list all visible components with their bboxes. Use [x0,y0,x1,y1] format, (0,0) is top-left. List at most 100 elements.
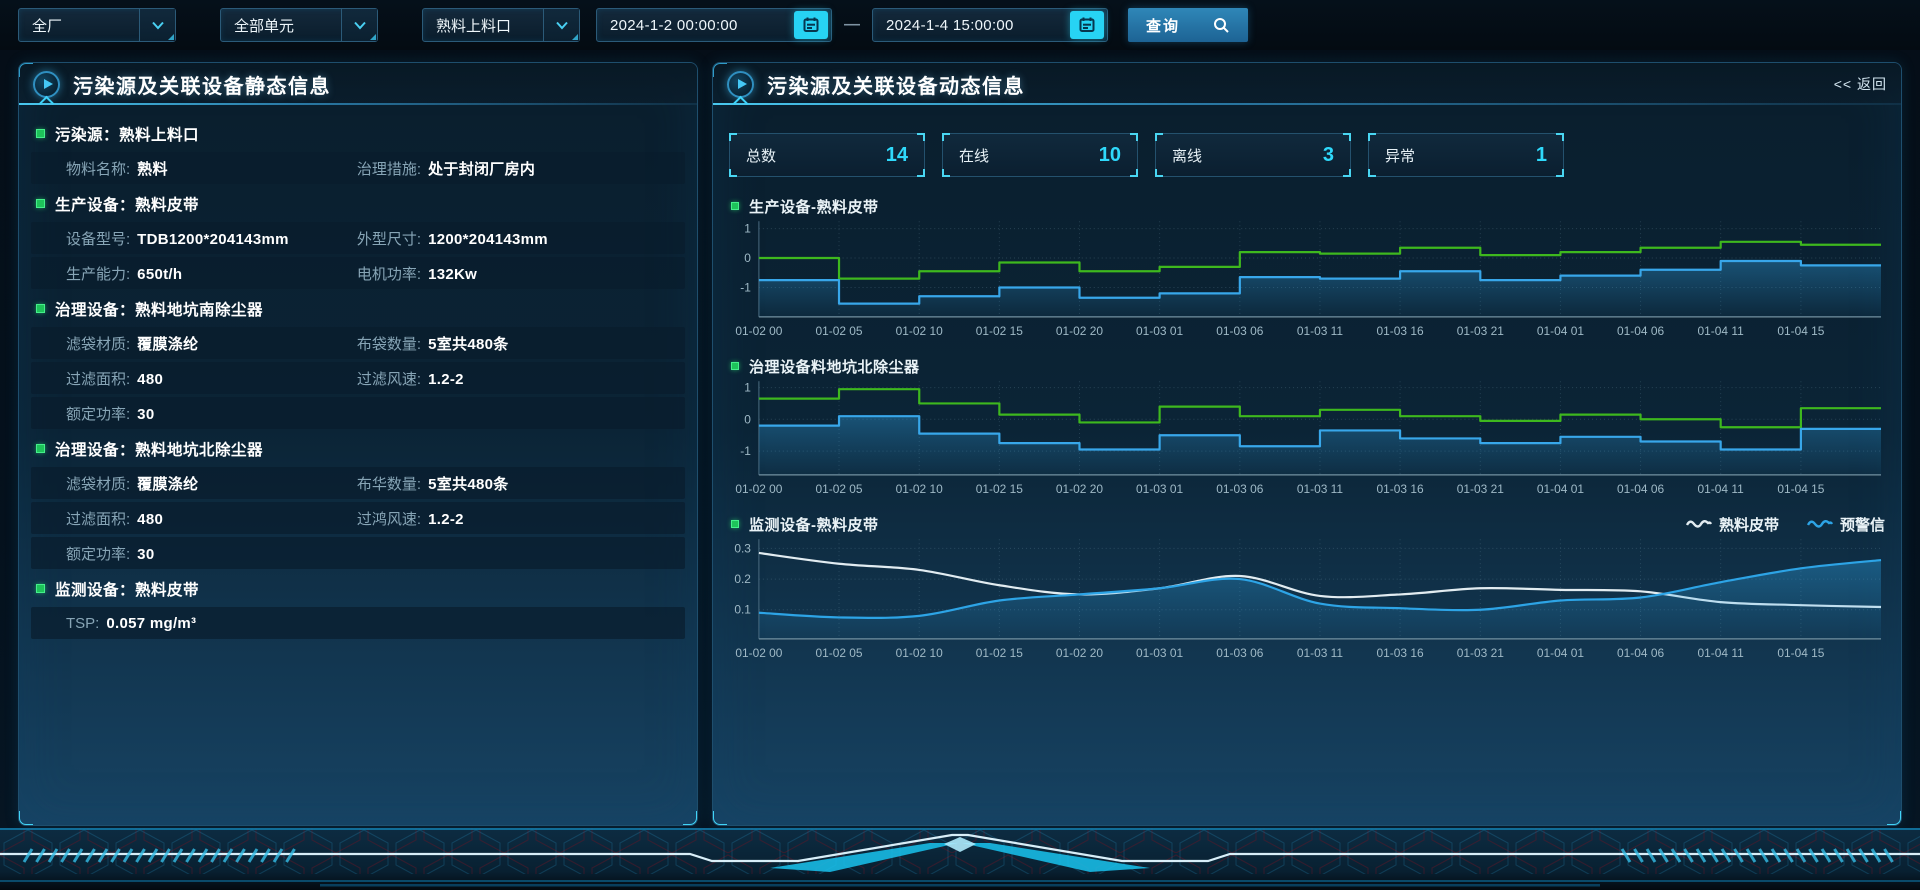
stat-card: 在线10 [942,133,1138,177]
section-text: 治理设备：熟料地坑北除尘器 [55,438,263,460]
chart-block: 监测设备-熟料皮带熟料皮带预警信0.30.20.101-02 0001-02 0… [729,509,1885,665]
svg-text:0.2: 0.2 [734,572,751,586]
info-data-row: 额定功率:30 [31,397,685,429]
field-label: 额定功率: [66,403,130,424]
static-panel-title: 污染源及关联设备静态信息 [73,70,331,99]
field-value: 处于封闭厂房内 [428,158,535,179]
field-value: TDB1200*204143mm [137,231,289,248]
svg-text:01-02 00: 01-02 00 [735,646,782,660]
main-content: 污染源及关联设备静态信息 污染源：熟料上料口物料名称:熟料治理措施:处于封闭厂房… [0,50,1920,828]
chevron-down-icon[interactable] [341,9,377,41]
info-cell: 过滤风速:1.2-2 [357,368,464,389]
svg-text:01-02 15: 01-02 15 [976,324,1023,338]
svg-text:01-04 01: 01-04 01 [1537,646,1584,660]
select-factory-value: 全厂 [19,15,139,36]
select-unit[interactable]: 全部单元 [220,8,378,42]
field-value: 1.2-2 [428,511,464,528]
field-label: TSP: [66,615,99,632]
info-cell: 布华数量:5室共480条 [357,473,509,494]
wave-line-icon [1807,518,1833,530]
top-toolbar: 全厂 全部单元 熟料上料口 2024-1-2 00:00:00 — 2024-1… [0,0,1920,50]
start-datetime-picker[interactable]: 2024-1-2 00:00:00 [596,8,832,42]
calendar-icon[interactable] [794,11,828,39]
chevron-down-icon[interactable] [139,9,175,41]
svg-text:0.3: 0.3 [734,541,751,555]
end-datetime-picker[interactable]: 2024-1-4 15:00:00 [872,8,1108,42]
stat-label: 离线 [1172,145,1202,166]
svg-text:01-04 11: 01-04 11 [1698,324,1745,338]
section-text: 污染源：熟料上料口 [55,123,199,145]
info-data-row: 设备型号:TDB1200*204143mm外型尺寸:1200*204143mm [31,222,685,254]
svg-text:-1: -1 [740,280,751,294]
info-cell: 滤袋材质: 覆膜涤纶 [66,333,357,354]
field-label: 额定功率: [66,543,130,564]
legend-item[interactable]: 预警信 [1807,514,1885,535]
svg-text:01-04 01: 01-04 01 [1537,324,1584,338]
info-data-row: 过滤面积:480过滤风速:1.2-2 [31,362,685,394]
back-button[interactable]: << 返回 [1834,74,1887,94]
svg-text:01-03 21: 01-03 21 [1457,482,1504,496]
info-data-row: 滤袋材质: 覆膜涤纶 布袋数量:5室共480条 [31,327,685,359]
svg-text:01-03 11: 01-03 11 [1297,482,1344,496]
svg-text:01-02 05: 01-02 05 [815,482,862,496]
play-circle-icon [727,71,754,98]
info-cell: 滤袋材质:覆膜涤纶 [66,473,357,494]
field-label: 滤袋材质: [66,333,130,354]
stat-card: 离线3 [1155,133,1351,177]
info-cell: 过鸿风速:1.2-2 [357,508,464,529]
stat-label: 总数 [746,145,776,166]
select-pollution-source[interactable]: 熟料上料口 [422,8,580,42]
chart-svg: 10-101-02 0001-02 0501-02 1001-02 1501-0… [729,221,1885,343]
chart-legend: 熟料皮带 预警信 [1686,514,1885,535]
chart-title: 治理设备料地坑北除尘器 [749,356,920,377]
svg-text:01-02 10: 01-02 10 [896,324,943,338]
info-cell: 额定功率: 30 [66,543,357,564]
svg-text:01-02 10: 01-02 10 [896,646,943,660]
svg-text:01-03 01: 01-03 01 [1136,324,1183,338]
svg-text:01-03 01: 01-03 01 [1136,482,1183,496]
svg-text:01-04 15: 01-04 15 [1777,482,1824,496]
info-section-row: 污染源：熟料上料口 [31,117,685,150]
svg-text:01-02 20: 01-02 20 [1056,482,1103,496]
legend-item[interactable]: 熟料皮带 [1686,514,1779,535]
section-text: 监测设备：熟料皮带 [55,578,199,600]
field-label: 治理措施: [357,158,421,179]
svg-text:1: 1 [744,381,751,395]
field-value: 0.057 mg/m³ [106,615,196,632]
svg-text:01-03 21: 01-03 21 [1457,646,1504,660]
svg-text:01-03 01: 01-03 01 [1136,646,1183,660]
static-info-rows: 污染源：熟料上料口物料名称:熟料治理措施:处于封闭厂房内生产设备：熟料皮带设备型… [19,105,697,639]
green-square-icon [731,202,739,210]
info-section-row: 治理设备：熟料地坑南除尘器 [31,292,685,325]
svg-text:0: 0 [744,251,751,265]
search-icon [1212,16,1230,34]
svg-text:01-03 16: 01-03 16 [1377,646,1424,660]
select-factory[interactable]: 全厂 [18,8,176,42]
field-value: 30 [137,546,154,563]
info-cell: 电机功率:132Kw [357,263,477,284]
dynamic-panel-header: 污染源及关联设备动态信息 << 返回 [713,63,1901,105]
calendar-icon[interactable] [1070,11,1104,39]
select-pollution-source-value: 熟料上料口 [423,15,543,36]
info-data-row: 生产能力:650t/h电机功率:132Kw [31,257,685,289]
svg-text:01-03 06: 01-03 06 [1216,482,1263,496]
info-section-row: 监测设备：熟料皮带 [31,572,685,605]
field-label: 电机功率: [357,263,421,284]
svg-text:01-04 06: 01-04 06 [1617,646,1664,660]
section-text: 治理设备：熟料地坑南除尘器 [55,298,263,320]
field-label: 过滤面积: [66,508,130,529]
select-unit-value: 全部单元 [221,15,341,36]
chevron-down-icon[interactable] [543,9,579,41]
field-label: 过滤风速: [357,368,421,389]
chart-svg: 0.30.20.101-02 0001-02 0501-02 1001-02 1… [729,539,1885,665]
field-label: 外型尺寸: [357,228,421,249]
info-cell: 过滤面积:480 [66,368,357,389]
svg-text:01-04 06: 01-04 06 [1617,324,1664,338]
stat-value: 14 [886,144,908,167]
search-button[interactable]: 查询 [1128,8,1248,42]
start-datetime-value: 2024-1-2 00:00:00 [597,17,794,34]
svg-text:01-03 21: 01-03 21 [1457,324,1504,338]
field-value: 覆膜涤纶 [137,333,198,354]
info-cell: 布袋数量:5室共480条 [357,333,509,354]
info-data-row: 额定功率: 30 [31,537,685,569]
